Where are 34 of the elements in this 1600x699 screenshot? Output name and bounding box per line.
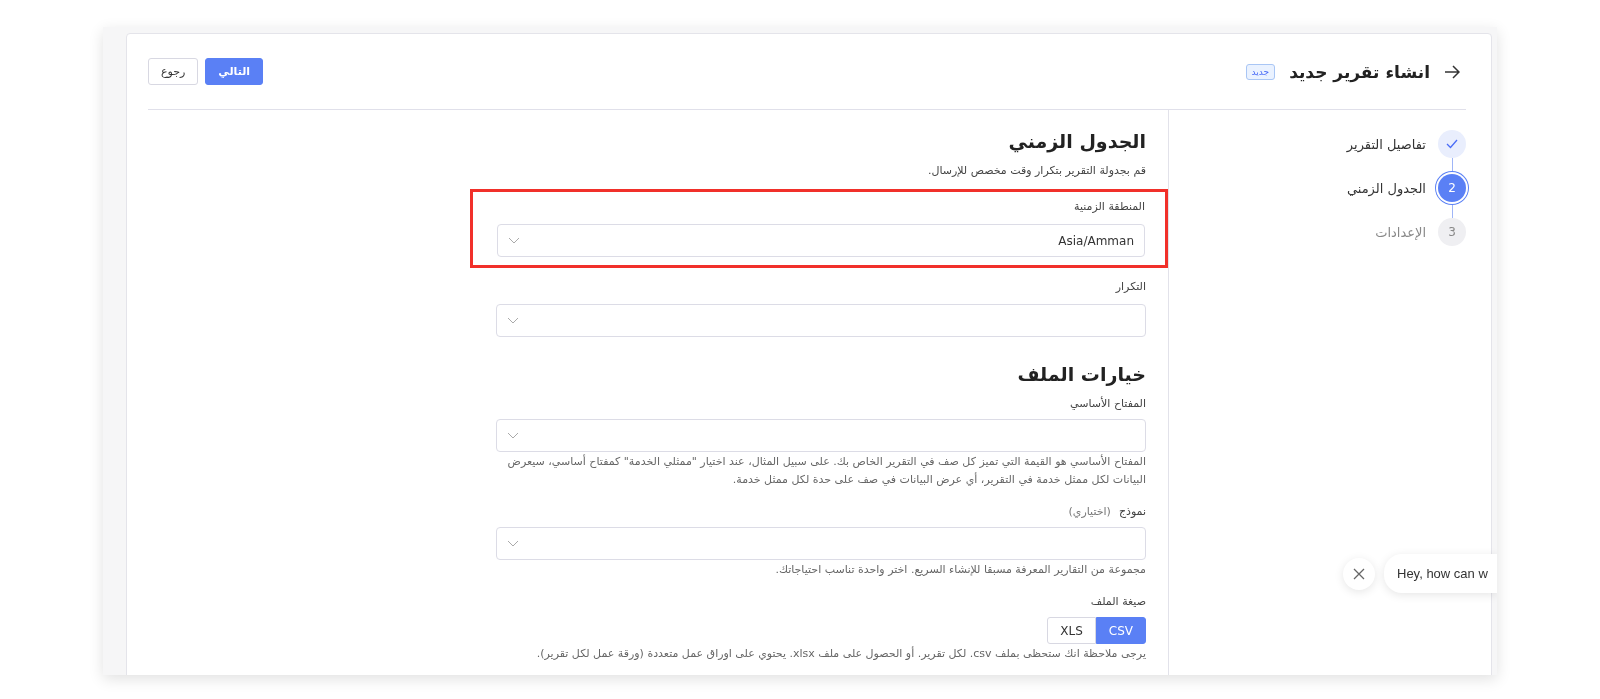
step-label[interactable]: الجدول الزمني <box>1346 180 1426 196</box>
format-option[interactable]: CSV <box>1095 617 1146 644</box>
dropdown-field[interactable] <box>496 419 1146 452</box>
field-label: المنطقة الزمنية <box>1074 200 1145 213</box>
section-heading: الجدول الزمني <box>1007 130 1146 152</box>
field-label: المفتاح الأساسي <box>1070 397 1146 410</box>
format-option[interactable]: XLS <box>1047 617 1096 644</box>
step-label[interactable]: الإعدادات <box>1375 224 1426 240</box>
dropdown-field[interactable] <box>496 304 1146 337</box>
step-label[interactable]: تفاصيل التقرير <box>1346 136 1426 152</box>
field-label: صيغة الملف <box>1090 595 1146 608</box>
dropdown-field[interactable]: Asia/Amman <box>497 224 1145 257</box>
help-text: المفتاح الأساسي هو القيمة التي تميز كل صف في التقرير الخاص بك. على سبيل المثال، عند اختيار "ممثلي الخدمة" كمفتاح أساسي، سيعرض البيانات لكل ممثل خدمة في التقرير، أي عرض البيانات في صف على حدة لكل ممثل خدمة. <box>506 453 1146 488</box>
chevron-down-icon <box>507 431 519 440</box>
status-badge: جديد <box>1245 63 1276 80</box>
section-description: قم بجدولة التقرير بتكرار وقت مخصص للإرسال. <box>926 164 1146 177</box>
chat-message[interactable]: Hey, how can w <box>1384 554 1497 593</box>
next-button[interactable]: التالي <box>205 58 264 85</box>
back-arrow-icon[interactable] <box>1444 64 1460 79</box>
page-title: انشاء تقرير جديد <box>1289 61 1430 82</box>
chevron-down-icon <box>508 236 520 245</box>
field-label: نموذج <box>1118 505 1146 518</box>
close-icon <box>1353 567 1365 580</box>
help-text: يرجى ملاحظة انك ستحظى بملف csv. لكل تقرير. أو الحصول على ملف xlsx. يحتوي على اوراق عمل متعددة (ورقة عمل لكل تقرير). <box>535 645 1146 662</box>
help-text: مجموعة من التقارير المعرفة مسبقا للإنشاء السريع. اختر واحدة تناسب احتياجاتك. <box>774 562 1146 578</box>
step-indicator: 3 <box>1438 218 1466 246</box>
dropdown-field[interactable] <box>496 527 1146 560</box>
chevron-down-icon <box>507 316 519 325</box>
optional-hint: (اختياري) <box>1068 505 1111 518</box>
field-label: التكرار <box>1115 280 1146 293</box>
section-heading: خيارات الملف <box>1016 363 1146 385</box>
chevron-down-icon <box>507 539 519 548</box>
step-indicator: 2 <box>1438 174 1466 202</box>
back-button[interactable]: رجوع <box>148 58 199 85</box>
